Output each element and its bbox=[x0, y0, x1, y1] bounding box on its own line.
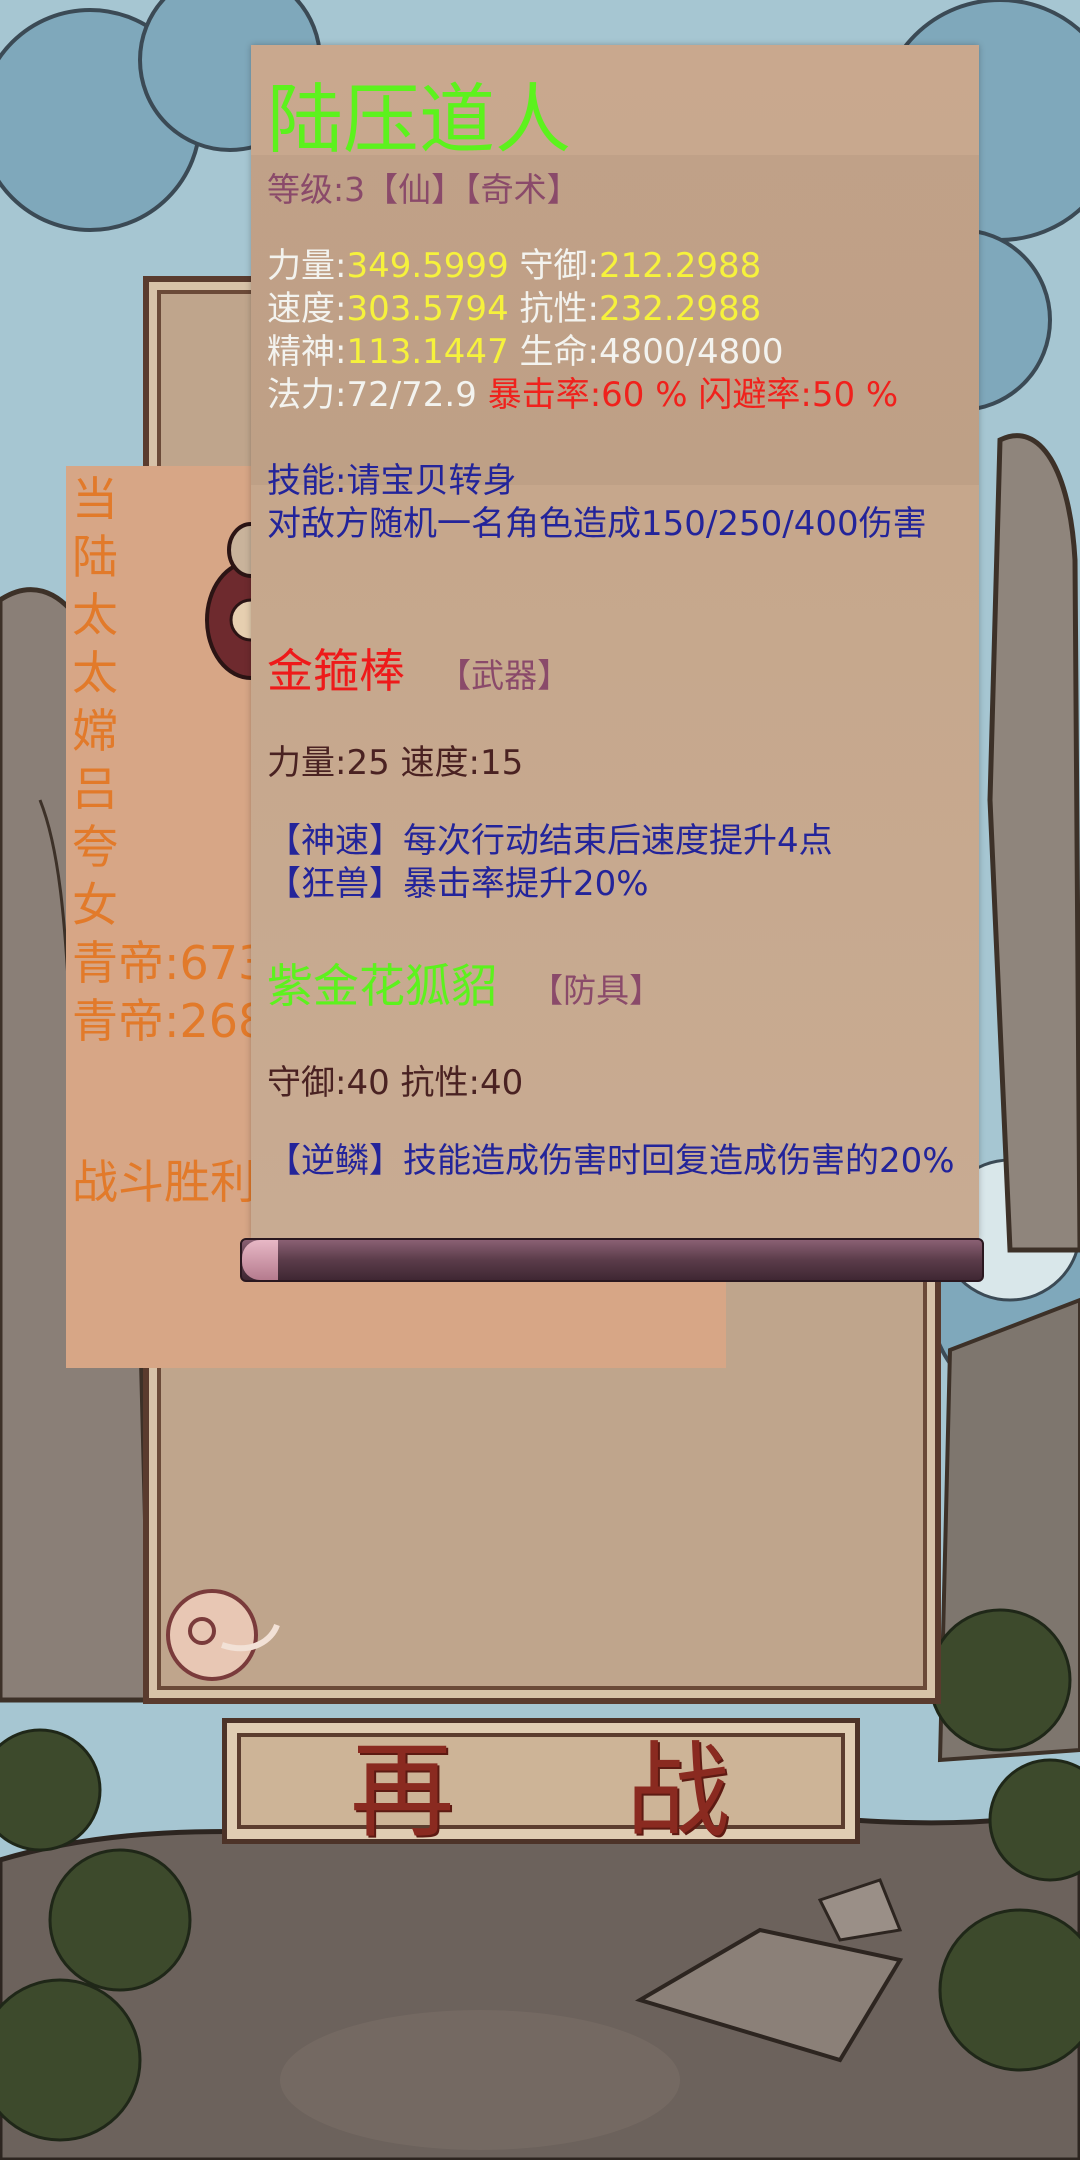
defense-value: 212.2988 bbox=[598, 246, 762, 286]
weapon-trait: 【神速】每次行动结束后速度提升4点 bbox=[267, 821, 833, 861]
taiji-coin-icon bbox=[166, 1589, 280, 1681]
spirit-value: 113.1447 bbox=[346, 332, 509, 372]
scroll-rod-cap bbox=[242, 1240, 278, 1280]
mp-value: 法力:72/72.9 bbox=[267, 375, 477, 415]
armor-trait: 【逆鳞】技能造成伤害时回复造成伤害的20% bbox=[267, 1141, 955, 1181]
weapon-header: 金箍棒 【武器】 bbox=[267, 635, 570, 701]
hp-value: 生命:4800/4800 bbox=[519, 332, 784, 372]
stats-row-1: 力量:349.5999 守御:212.2988 bbox=[267, 246, 762, 286]
scroll-rod bbox=[240, 1238, 984, 1282]
weapon-name: 金箍棒 bbox=[267, 644, 405, 698]
armor-name: 紫金花狐貂 bbox=[267, 959, 497, 1013]
strength-value: 349.5999 bbox=[346, 246, 509, 286]
stats-row-2: 速度:303.5794 抗性:232.2988 bbox=[267, 289, 762, 329]
weapon-traits: 【神速】每次行动结束后速度提升4点 【狂兽】暴击率提升20% bbox=[267, 820, 833, 906]
speed-value: 303.5794 bbox=[346, 289, 509, 329]
armor-stats: 守御:40 抗性:40 bbox=[267, 1063, 524, 1103]
resistance-value: 232.2988 bbox=[598, 289, 762, 329]
crit-rate: 暴击率:60 % bbox=[487, 375, 688, 415]
armor-traits: 【逆鳞】技能造成伤害时回复造成伤害的20% bbox=[267, 1140, 957, 1183]
weapon-trait: 【狂兽】暴击率提升20% bbox=[267, 864, 649, 904]
rematch-char-1: 再 bbox=[349, 1729, 456, 1852]
weapon-stats: 力量:25 速度:15 bbox=[267, 743, 524, 783]
hero-level-tags: 等级:3【仙】【奇术】 bbox=[267, 170, 580, 209]
stats-row-3: 精神:113.1447 生命:4800/4800 bbox=[267, 332, 784, 372]
armor-tag: 【防具】 bbox=[530, 971, 663, 1010]
skill-title: 技能:请宝贝转身 bbox=[267, 461, 517, 501]
hero-stats: 力量:349.5999 守御:212.2988 速度:303.5794 抗性:2… bbox=[267, 245, 898, 417]
rematch-button[interactable]: 再 战 bbox=[222, 1718, 860, 1852]
dodge-rate: 闪避率:50 % bbox=[698, 375, 899, 415]
hero-name: 陆压道人 bbox=[267, 75, 571, 164]
skill-description: 对敌方随机一名角色造成150/250/400伤害 bbox=[267, 504, 927, 544]
stats-row-4: 法力:72/72.9 暴击率:60 % 闪避率:50 % bbox=[267, 374, 898, 417]
hero-skill: 技能:请宝贝转身 对敌方随机一名角色造成150/250/400伤害 bbox=[267, 460, 957, 546]
armor-header: 紫金花狐貂 【防具】 bbox=[267, 950, 662, 1016]
character-info-card: 陆压道人 等级:3【仙】【奇术】 力量:349.5999 守御:212.2988… bbox=[251, 45, 979, 1240]
weapon-tag: 【武器】 bbox=[438, 656, 571, 695]
rematch-char-2: 战 bbox=[626, 1729, 733, 1852]
